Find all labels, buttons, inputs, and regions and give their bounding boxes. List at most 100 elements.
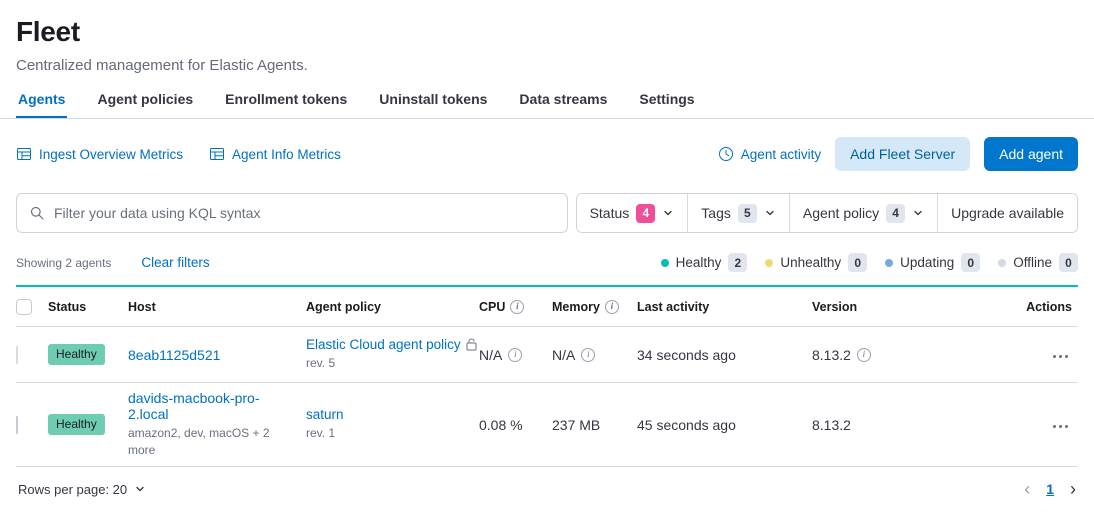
row-select-cell [16, 417, 48, 433]
column-header-memory: Memory [552, 300, 637, 314]
metrics-links: Ingest Overview Metrics Agent Info Metri… [16, 146, 341, 162]
summary-row: Showing 2 agents Clear filters Healthy 2… [16, 253, 1078, 272]
filter-group: Status 4 Tags 5 Agent policy 4 [576, 193, 1078, 233]
host-link[interactable]: davids-macbook-pro-2.local [128, 390, 260, 422]
column-header-host: Host [128, 300, 306, 314]
tags-filter-label: Tags [701, 205, 731, 221]
legend-unhealthy-label: Unhealthy [780, 255, 841, 270]
info-icon[interactable] [508, 348, 522, 362]
legend-item-updating: Updating 0 [885, 253, 980, 272]
search-icon [29, 205, 45, 221]
next-page-icon[interactable] [1070, 480, 1076, 498]
agent-activity-link[interactable]: Agent activity [718, 146, 821, 162]
tags-filter-button[interactable]: Tags 5 [687, 194, 789, 232]
agents-table: Status Host Agent policy CPU Memory Last… [16, 285, 1078, 467]
page-number-1[interactable]: 1 [1046, 481, 1054, 497]
metrics-table-icon [16, 146, 32, 162]
tab-enrollment-tokens[interactable]: Enrollment tokens [223, 89, 349, 118]
info-icon[interactable] [605, 300, 619, 314]
chevron-down-icon [134, 483, 146, 495]
cpu-cell: N/A [479, 347, 552, 363]
row-checkbox[interactable] [16, 346, 18, 364]
select-all-checkbox[interactable] [16, 299, 32, 315]
version-value: 8.13.2 [812, 347, 851, 363]
legend-updating-count: 0 [961, 253, 980, 272]
tab-uninstall-tokens[interactable]: Uninstall tokens [377, 89, 489, 118]
info-icon[interactable] [581, 348, 595, 362]
tab-data-streams[interactable]: Data streams [517, 89, 609, 118]
last-activity-cell: 34 seconds ago [637, 347, 812, 363]
tab-agent-policies[interactable]: Agent policies [95, 89, 195, 118]
agent-info-metrics-link[interactable]: Agent Info Metrics [209, 146, 341, 162]
page-header: Fleet Centralized management for Elastic… [0, 0, 1094, 119]
rows-per-page-button[interactable]: Rows per page: 20 [18, 482, 146, 497]
row-select-cell [16, 347, 48, 363]
row-actions-menu-icon[interactable] [1049, 419, 1072, 434]
legend-updating-label: Updating [900, 255, 954, 270]
legend-offline-label: Offline [1013, 255, 1052, 270]
select-all-cell [16, 299, 48, 315]
status-filter-label: Status [590, 205, 630, 221]
upgrade-available-filter-button[interactable]: Upgrade available [937, 194, 1077, 232]
agent-policy-filter-button[interactable]: Agent policy 4 [789, 194, 937, 232]
agent-policy-cell: saturn rev. 1 [306, 407, 479, 442]
toolbar-right: Agent activity Add Fleet Server Add agen… [718, 137, 1078, 171]
agent-policy-link[interactable]: saturn [306, 407, 344, 422]
kql-search-box [16, 193, 568, 233]
agent-activity-label: Agent activity [741, 147, 821, 162]
legend-item-unhealthy: Unhealthy 0 [765, 253, 867, 272]
version-cell: 8.13.2 [812, 417, 998, 433]
updating-dot-icon [885, 259, 893, 267]
chevron-down-icon [912, 207, 924, 219]
table-header-row: Status Host Agent policy CPU Memory Last… [16, 287, 1078, 327]
version-cell: 8.13.2 [812, 347, 998, 363]
legend-healthy-count: 2 [728, 253, 747, 272]
host-cell: 8eab1125d521 [128, 347, 306, 363]
ingest-overview-metrics-link[interactable]: Ingest Overview Metrics [16, 146, 183, 162]
agent-info-metrics-label: Agent Info Metrics [232, 147, 341, 162]
status-badge: Healthy [48, 414, 105, 434]
status-filter-button[interactable]: Status 4 [577, 194, 688, 232]
clock-icon [718, 146, 734, 162]
agents-content: Ingest Overview Metrics Agent Info Metri… [0, 137, 1094, 498]
previous-page-icon[interactable] [1024, 480, 1030, 498]
legend-item-healthy: Healthy 2 [661, 253, 748, 272]
add-agent-button[interactable]: Add agent [984, 137, 1078, 171]
actions-cell [1049, 345, 1078, 364]
memory-value: 237 MB [552, 417, 600, 433]
kql-search-input[interactable] [54, 205, 555, 221]
agent-policy-link[interactable]: Elastic Cloud agent policy [306, 337, 461, 352]
legend-offline-count: 0 [1059, 253, 1078, 272]
agent-policy-filter-count-badge: 4 [886, 204, 905, 223]
last-activity-cell: 45 seconds ago [637, 417, 812, 433]
table-footer: Rows per page: 20 1 [16, 467, 1078, 498]
status-filter-count-badge: 4 [636, 204, 655, 223]
column-header-status: Status [48, 300, 128, 314]
policy-revision: rev. 5 [306, 355, 463, 372]
clear-filters-link[interactable]: Clear filters [141, 255, 209, 270]
table-row: Healthy davids-macbook-pro-2.local amazo… [16, 383, 1078, 467]
health-legend: Healthy 2 Unhealthy 0 Updating 0 Offline… [661, 253, 1078, 272]
status-cell: Healthy [48, 344, 128, 364]
tab-settings[interactable]: Settings [637, 89, 696, 118]
tab-agents[interactable]: Agents [16, 89, 67, 118]
page-title: Fleet [16, 16, 1078, 48]
legend-healthy-label: Healthy [676, 255, 722, 270]
actions-cell [1049, 415, 1078, 434]
healthy-dot-icon [661, 259, 669, 267]
add-fleet-server-button[interactable]: Add Fleet Server [835, 137, 970, 171]
row-actions-menu-icon[interactable] [1049, 349, 1072, 364]
memory-cell: 237 MB [552, 417, 637, 433]
legend-unhealthy-count: 0 [848, 253, 867, 272]
page-subtitle: Centralized management for Elastic Agent… [16, 57, 1078, 74]
agent-policy-cell: Elastic Cloud agent policy rev. 5 [306, 337, 479, 372]
memory-header-label: Memory [552, 300, 600, 314]
policy-revision: rev. 1 [306, 425, 463, 442]
column-header-agent-policy: Agent policy [306, 300, 479, 314]
host-link[interactable]: 8eab1125d521 [128, 347, 220, 363]
info-icon[interactable] [857, 348, 871, 362]
info-icon[interactable] [510, 300, 524, 314]
toolbar: Ingest Overview Metrics Agent Info Metri… [16, 137, 1078, 171]
host-tags: amazon2, dev, macOS + 2 more [128, 425, 290, 460]
row-checkbox[interactable] [16, 416, 18, 434]
